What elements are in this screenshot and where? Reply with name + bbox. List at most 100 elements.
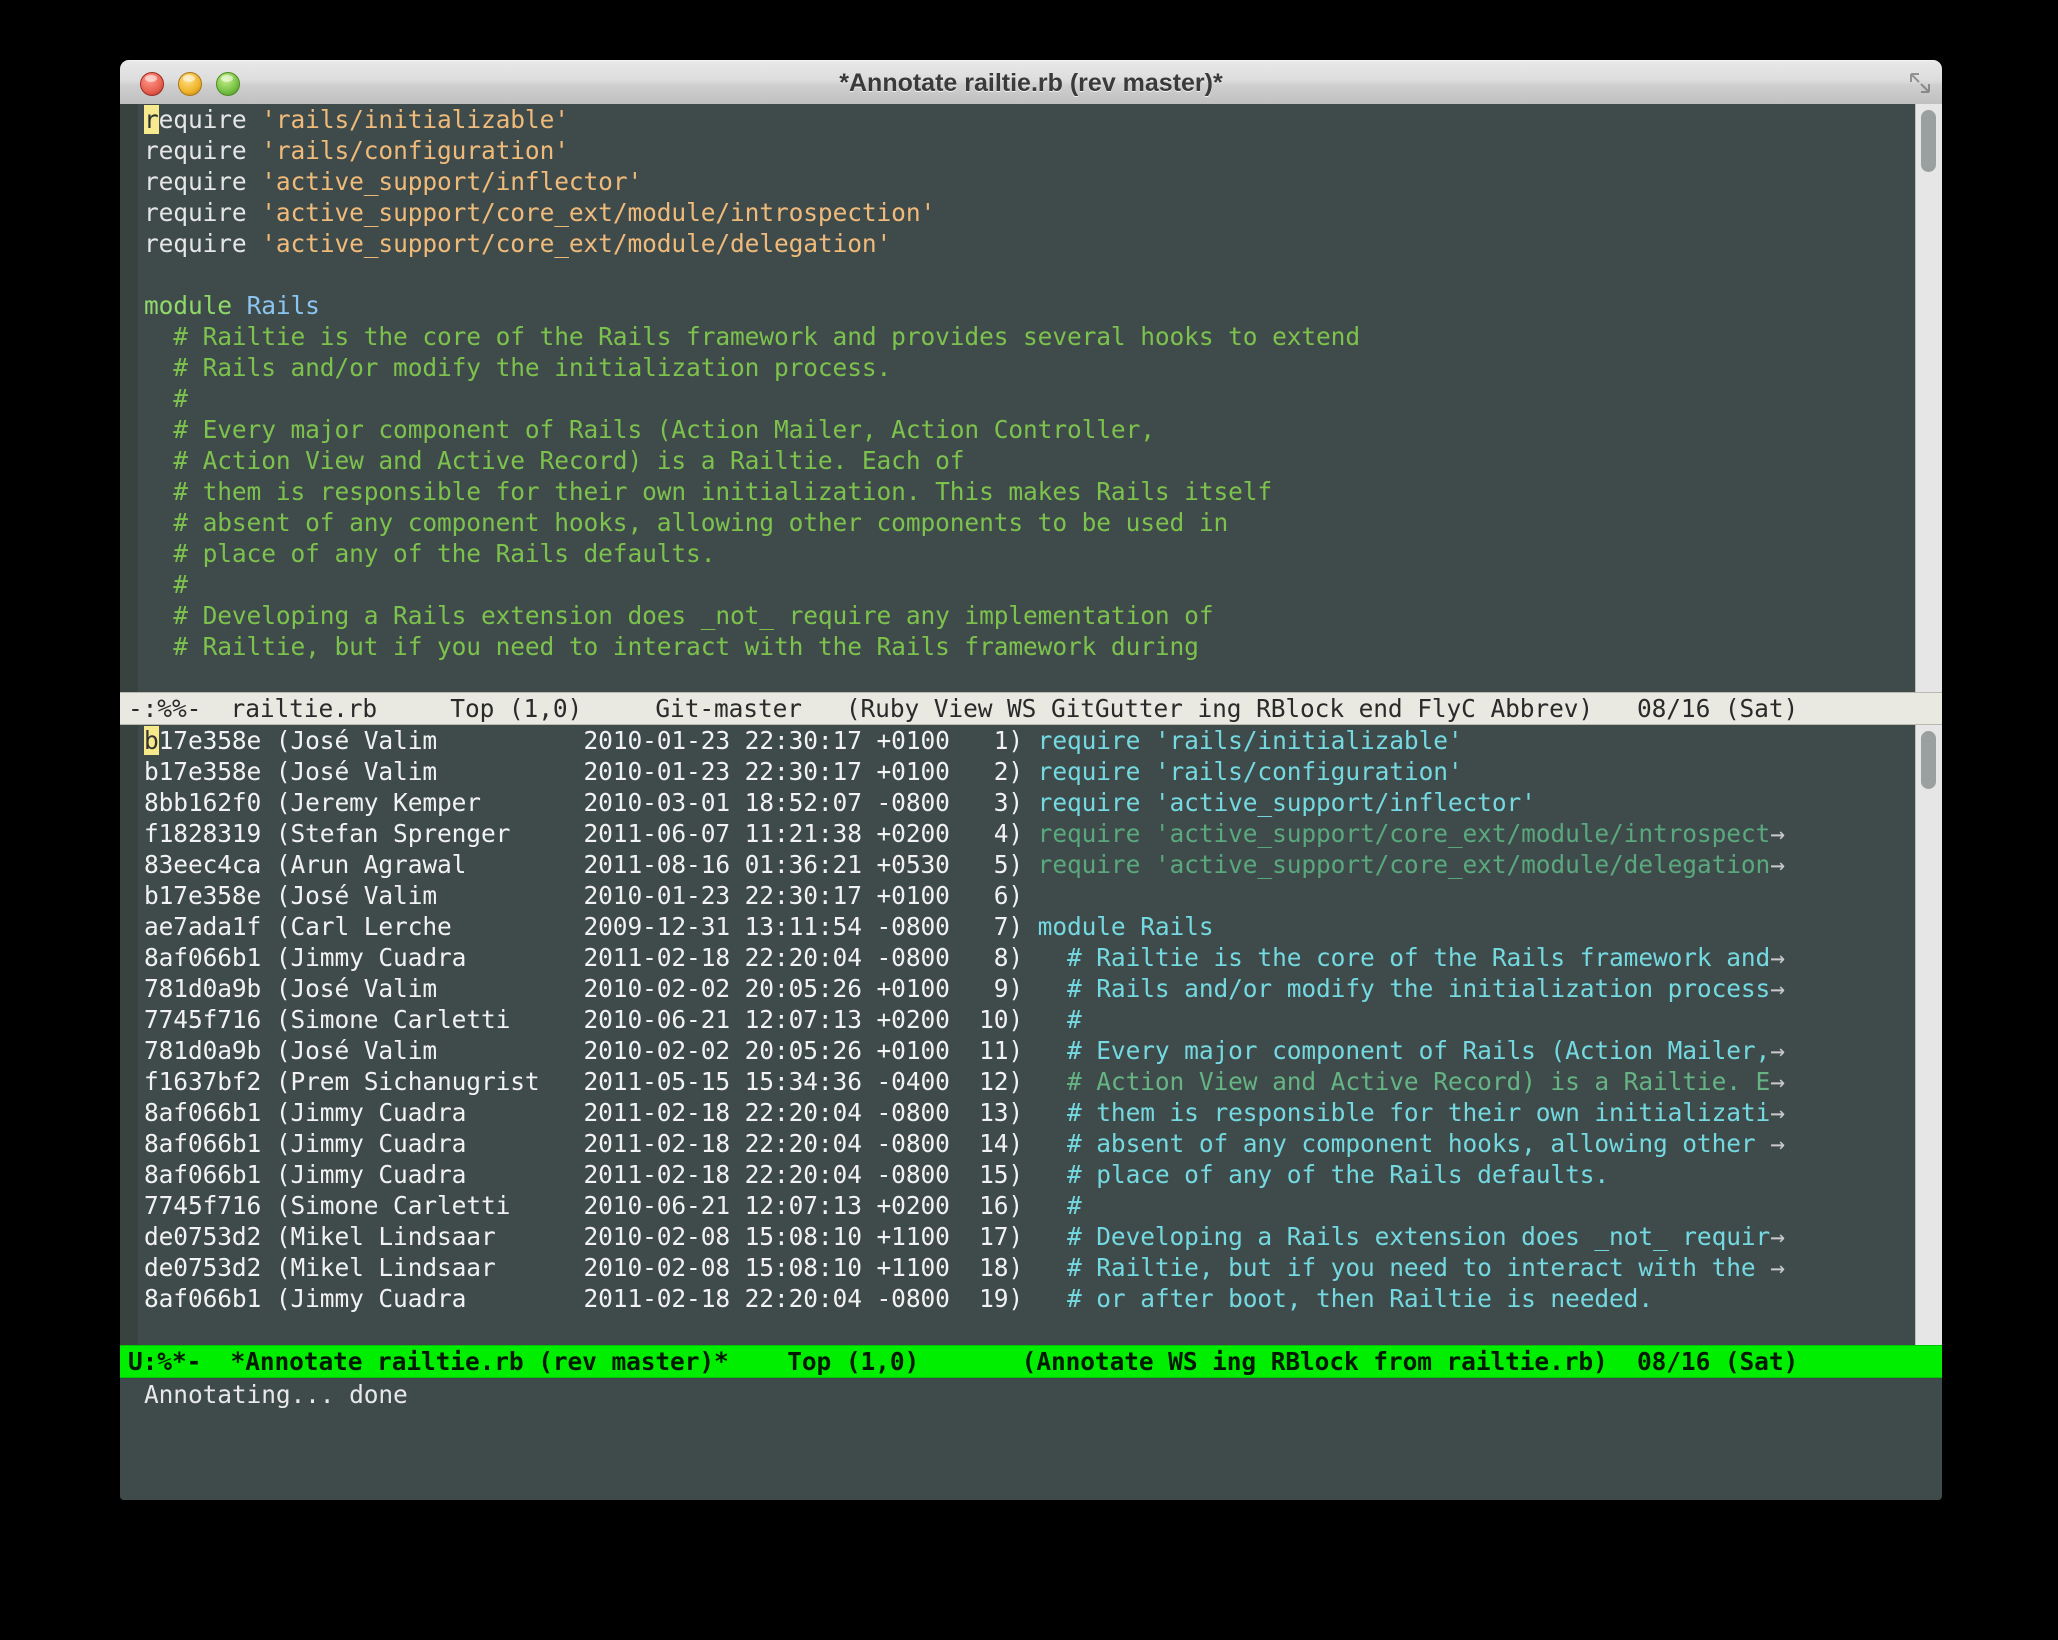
annotate-meta: 8af066b1 (Jimmy Cuadra 2011-02-18 22:20:…: [144, 1129, 1038, 1158]
annotate-row[interactable]: 781d0a9b (José Valim 2010-02-02 20:05:26…: [138, 1035, 1916, 1066]
annotate-row[interactable]: 8af066b1 (Jimmy Cuadra 2011-02-18 22:20:…: [138, 1159, 1916, 1190]
annotate-source: # Rails and/or modify the initialization…: [1037, 974, 1771, 1003]
annotate-row[interactable]: 7745f716 (Simone Carletti 2010-06-21 12:…: [138, 1190, 1916, 1221]
source-line: # them is responsible for their own init…: [138, 476, 1916, 507]
source-token: # absent of any component hooks, allowin…: [144, 508, 1229, 537]
emacs-frame: require 'rails/initializable' require 'ra…: [120, 104, 1942, 1500]
annotate-left-fringe: [120, 725, 138, 1345]
annotate-meta: 8af066b1 (Jimmy Cuadra 2011-02-18 22:20:…: [144, 1160, 1038, 1189]
annotate-modeline-text: U:%*- *Annotate railtie.rb (rev master)*…: [128, 1347, 1799, 1376]
source-token: require: [144, 198, 247, 227]
annotate-row[interactable]: 8af066b1 (Jimmy Cuadra 2011-02-18 22:20:…: [138, 1097, 1916, 1128]
source-token: 'active_support/core_ext/module/delegati…: [261, 229, 892, 258]
source-token: #: [144, 384, 188, 413]
annotate-source: require 'active_support/core_ext/module/…: [1037, 850, 1771, 879]
annotate-meta: 781d0a9b (José Valim 2010-02-02 20:05:26…: [144, 1036, 1038, 1065]
annotate-row[interactable]: f1637bf2 (Prem Sichanugrist 2011-05-15 1…: [138, 1066, 1916, 1097]
annotate-row[interactable]: f1828319 (Stefan Sprenger 2011-06-07 11:…: [138, 818, 1916, 849]
source-token: # Railtie, but if you need to interact w…: [144, 632, 1199, 661]
annotate-source: # them is responsible for their own init…: [1037, 1098, 1771, 1127]
window-titlebar: *Annotate railtie.rb (rev master)*: [120, 60, 1942, 106]
source-token: #: [144, 570, 188, 599]
source-token: require: [144, 167, 247, 196]
annotate-source: # Every major component of Rails (Action…: [1037, 1036, 1771, 1065]
annotate-meta: 17e358e (José Valim 2010-01-23 22:30:17 …: [158, 726, 1038, 755]
source-line: require 'rails/initializable': [138, 104, 1916, 135]
annotate-row[interactable]: 7745f716 (Simone Carletti 2010-06-21 12:…: [138, 1004, 1916, 1035]
source-line: # Action View and Active Record) is a Ra…: [138, 445, 1916, 476]
source-token: # them is responsible for their own init…: [144, 477, 1273, 506]
annotate-row[interactable]: ae7ada1f (Carl Lerche 2009-12-31 13:11:5…: [138, 911, 1916, 942]
source-line: # absent of any component hooks, allowin…: [138, 507, 1916, 538]
source-scrollbar[interactable]: [1915, 104, 1942, 692]
source-modeline-text: -:%%- railtie.rb Top (1,0) Git-master (R…: [128, 694, 1799, 723]
source-token: 'rails/initializable': [261, 105, 569, 134]
source-buffer-pane[interactable]: require 'rails/initializable' require 'ra…: [120, 104, 1942, 692]
annotate-scrollbar[interactable]: [1915, 725, 1942, 1345]
source-line: # Railtie is the core of the Rails frame…: [138, 321, 1916, 352]
annotate-source: # absent of any component hooks, allowin…: [1037, 1129, 1771, 1158]
annotate-meta: 8af066b1 (Jimmy Cuadra 2011-02-18 22:20:…: [144, 1284, 1038, 1313]
source-scrollbar-thumb[interactable]: [1921, 110, 1936, 172]
annotate-row[interactable]: b17e358e (José Valim 2010-01-23 22:30:17…: [138, 880, 1916, 911]
source-line: [138, 259, 1916, 290]
source-code-lines: require 'rails/initializable' require 'ra…: [138, 104, 1916, 692]
annotate-row[interactable]: 8bb162f0 (Jeremy Kemper 2010-03-01 18:52…: [138, 787, 1916, 818]
annotate-row[interactable]: 8af066b1 (Jimmy Cuadra 2011-02-18 22:20:…: [138, 942, 1916, 973]
annotate-cursor: b: [144, 726, 159, 755]
annotate-meta: ae7ada1f (Carl Lerche 2009-12-31 13:11:5…: [144, 912, 1038, 941]
source-token: equire: [158, 105, 247, 134]
source-line: #: [138, 569, 1916, 600]
annotate-row[interactable]: b17e358e (José Valim 2010-01-23 22:30:17…: [138, 725, 1916, 756]
annotate-row[interactable]: de0753d2 (Mikel Lindsaar 2010-02-08 15:0…: [138, 1221, 1916, 1252]
annotate-meta: 8af066b1 (Jimmy Cuadra 2011-02-18 22:20:…: [144, 1098, 1038, 1127]
annotate-row[interactable]: 8af066b1 (Jimmy Cuadra 2011-02-18 22:20:…: [138, 1283, 1916, 1314]
source-line: # Rails and/or modify the initialization…: [138, 352, 1916, 383]
annotate-source: # Railtie, but if you need to interact w…: [1037, 1253, 1771, 1282]
minibuffer[interactable]: Annotating... done: [120, 1378, 1942, 1412]
annotate-meta: 7745f716 (Simone Carletti 2010-06-21 12:…: [144, 1005, 1038, 1034]
annotate-meta: f1637bf2 (Prem Sichanugrist 2011-05-15 1…: [144, 1067, 1038, 1096]
annotate-modeline: U:%*- *Annotate railtie.rb (rev master)*…: [120, 1345, 1942, 1378]
source-token: # Every major component of Rails (Action…: [144, 415, 1155, 444]
annotate-source: # Action View and Active Record) is a Ra…: [1037, 1067, 1771, 1096]
source-line: # Every major component of Rails (Action…: [138, 414, 1916, 445]
annotate-source: require 'active_support/core_ext/module/…: [1037, 819, 1771, 848]
annotate-row[interactable]: b17e358e (José Valim 2010-01-23 22:30:17…: [138, 756, 1916, 787]
line-truncation-arrow-icon: →: [1770, 1067, 1785, 1096]
emacs-window: *Annotate railtie.rb (rev master)* requi…: [120, 60, 1942, 1500]
source-token: # Rails and/or modify the initialization…: [144, 353, 892, 382]
source-token: # Action View and Active Record) is a Ra…: [144, 446, 965, 475]
annotate-source: require 'active_support/inflector': [1037, 788, 1536, 817]
annotate-row[interactable]: 8af066b1 (Jimmy Cuadra 2011-02-18 22:20:…: [138, 1128, 1916, 1159]
annotate-source: #: [1037, 1191, 1082, 1220]
annotate-source: require 'rails/initializable': [1037, 726, 1463, 755]
source-token: [247, 198, 262, 227]
source-line: require 'active_support/core_ext/module/…: [138, 197, 1916, 228]
line-truncation-arrow-icon: →: [1770, 850, 1785, 879]
annotate-meta: 781d0a9b (José Valim 2010-02-02 20:05:26…: [144, 974, 1038, 1003]
source-token: 'rails/configuration': [261, 136, 569, 165]
minibuffer-message: Annotating... done: [144, 1380, 408, 1409]
source-token: [247, 229, 262, 258]
line-truncation-arrow-icon: →: [1770, 819, 1785, 848]
source-modeline: -:%%- railtie.rb Top (1,0) Git-master (R…: [120, 692, 1942, 725]
annotate-buffer-pane[interactable]: b17e358e (José Valim 2010-01-23 22:30:17…: [120, 725, 1942, 1345]
annotate-row[interactable]: 83eec4ca (Arun Agrawal 2011-08-16 01:36:…: [138, 849, 1916, 880]
resize-grip-icon[interactable]: [1908, 71, 1932, 95]
annotate-row[interactable]: de0753d2 (Mikel Lindsaar 2010-02-08 15:0…: [138, 1252, 1916, 1283]
source-line: #: [138, 383, 1916, 414]
source-token: [247, 136, 262, 165]
source-line: # Developing a Rails extension does _not…: [138, 600, 1916, 631]
annotate-scrollbar-thumb[interactable]: [1921, 731, 1936, 789]
annotate-source: # or after boot, then Railtie is needed.: [1037, 1284, 1653, 1313]
annotate-meta: b17e358e (José Valim 2010-01-23 22:30:17…: [144, 881, 1038, 910]
annotate-source: require 'rails/configuration': [1037, 757, 1463, 786]
source-token: # Developing a Rails extension does _not…: [144, 601, 1214, 630]
source-token: # Railtie is the core of the Rails frame…: [144, 322, 1360, 351]
source-token: require: [144, 136, 247, 165]
source-token: [232, 291, 247, 320]
annotate-meta: de0753d2 (Mikel Lindsaar 2010-02-08 15:0…: [144, 1222, 1038, 1251]
annotate-row[interactable]: 781d0a9b (José Valim 2010-02-02 20:05:26…: [138, 973, 1916, 1004]
line-truncation-arrow-icon: →: [1770, 943, 1785, 972]
